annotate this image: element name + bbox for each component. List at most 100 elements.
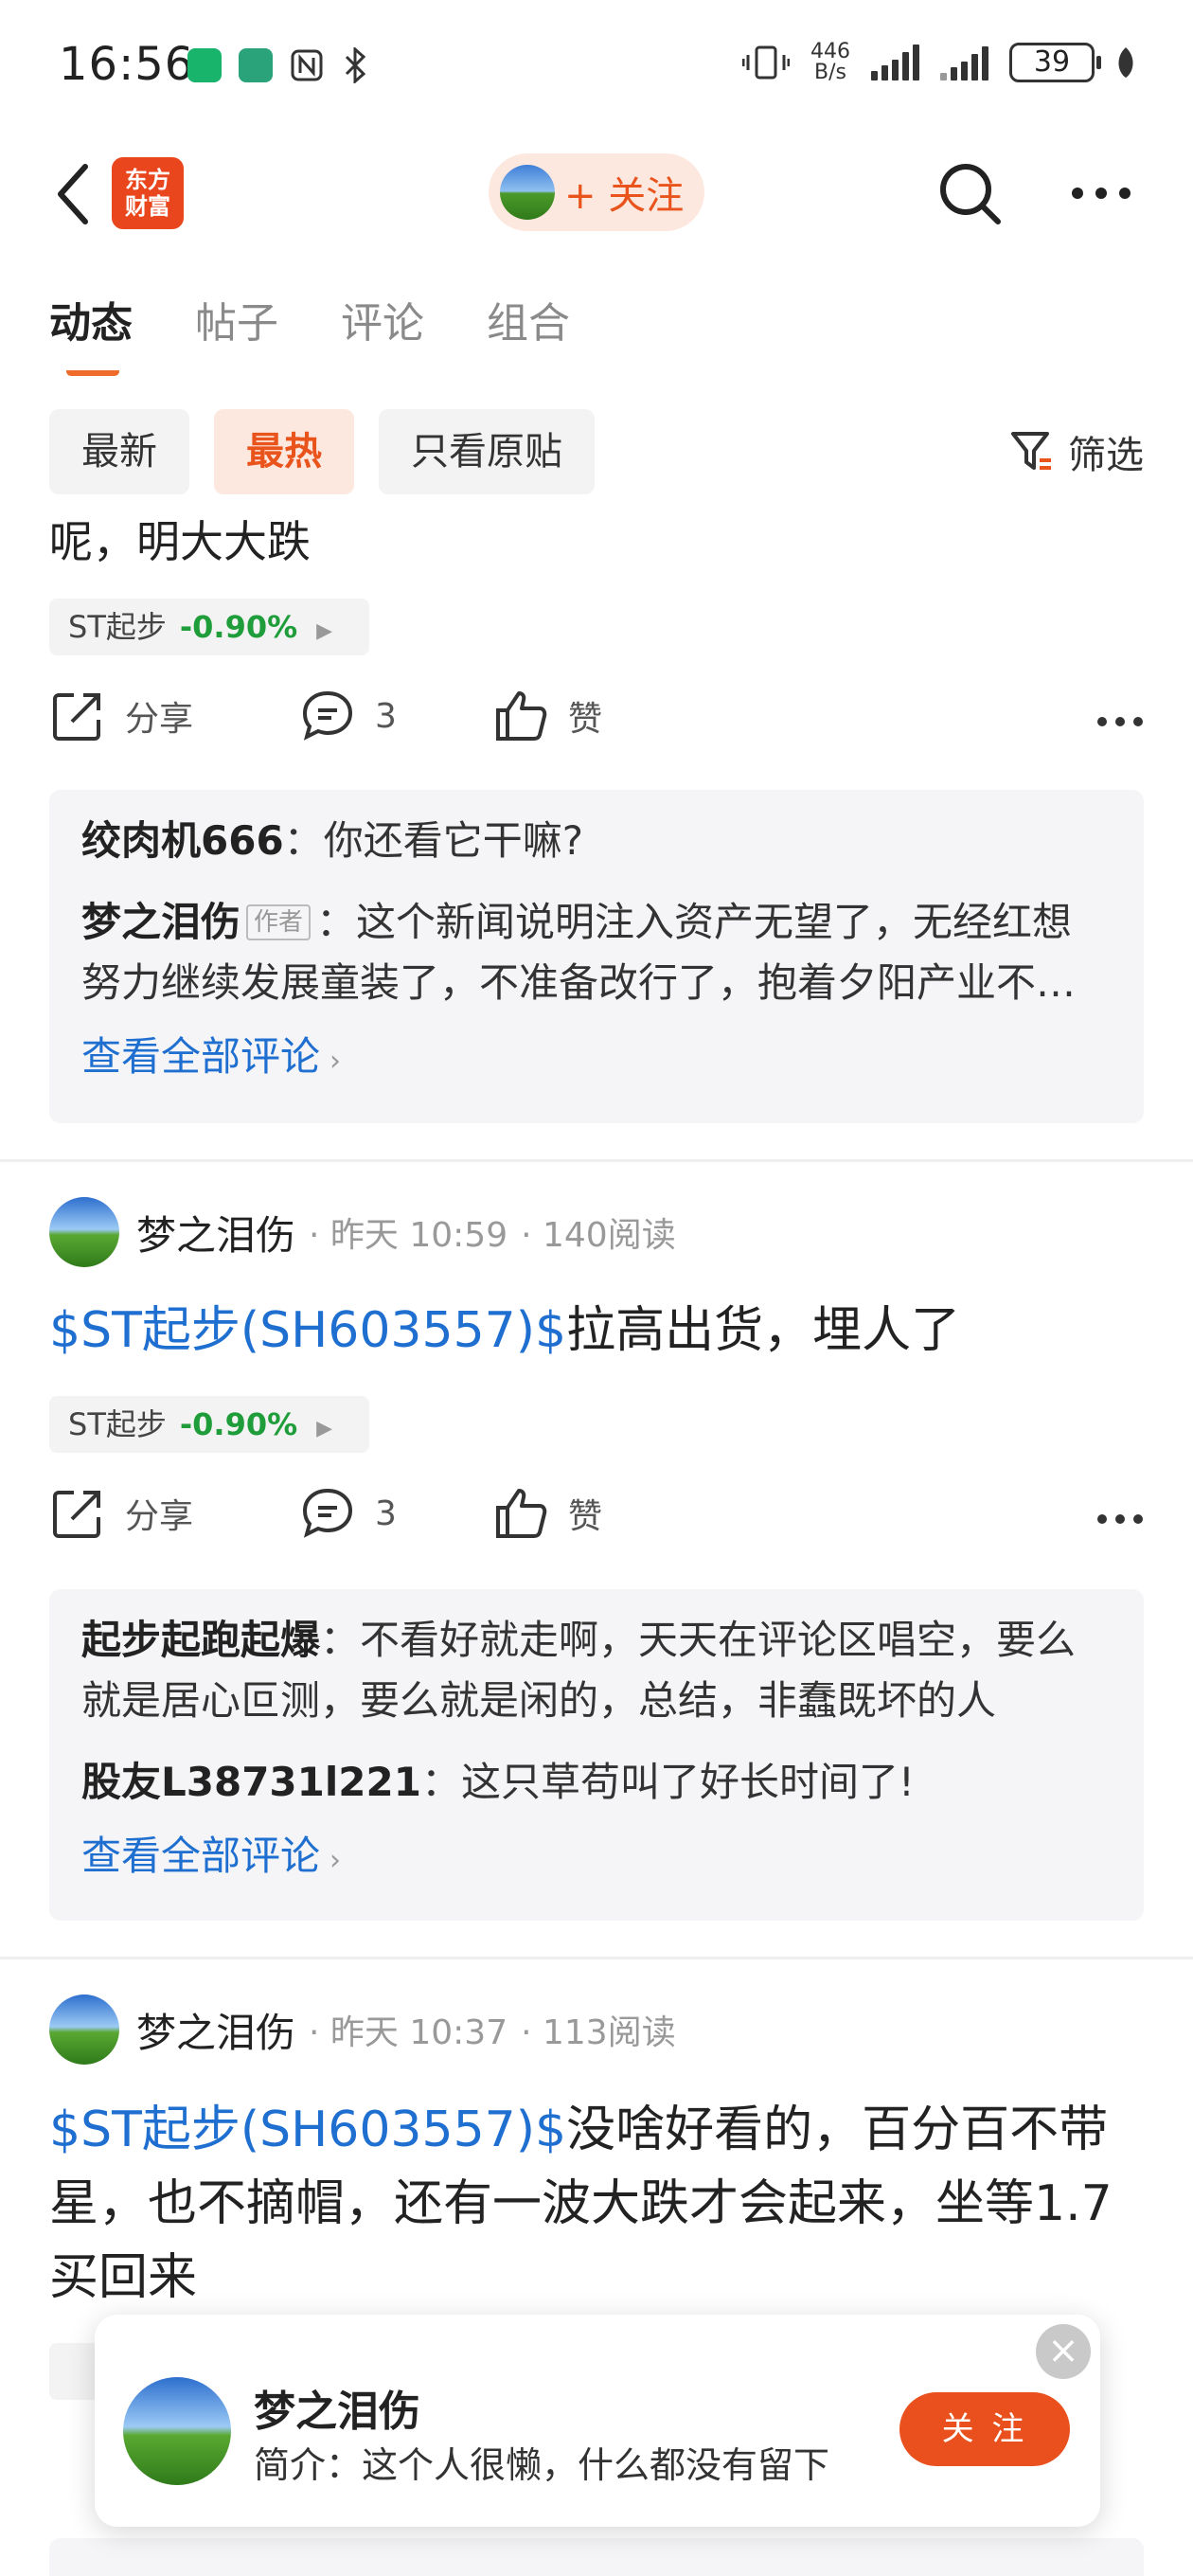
like-label: 赞 [568,1497,603,1536]
comment-text: 这只草苟叫了好长时间了! [460,1759,915,1805]
tab-dynamics[interactable]: 动态 [49,289,133,376]
comment-text: 你还看它干嘛? [323,817,583,864]
comment-item: 股友L38731l221：这只草苟叫了好长时间了! [81,1752,1112,1813]
comment-separator: ： [320,1617,361,1663]
close-icon[interactable]: × [1036,2324,1091,2379]
comment-item: 起步起跑起爆：不看好就走啊，天天在评论区唱空，要么就是居心叵测，要么就是闲的，总… [81,1610,1112,1731]
post-body[interactable]: $ST起步(SH603557)$拉高出货，埋人了 [49,1294,1148,1368]
comment-separator: ： [316,899,357,945]
tab-comments[interactable]: 评论 [341,289,424,349]
filter-funnel-icon [1011,432,1051,470]
post-more-icon[interactable] [1096,1513,1144,1525]
stock-tag-change: -0.90% [179,1406,298,1442]
search-icon[interactable] [935,159,1004,227]
view-all-comments-link[interactable]: 查看全部评论 › [81,1019,1112,1100]
network-speed-unit: B/s [814,61,846,84]
comment-button[interactable]: 3 [299,1485,397,1542]
comment-count: 3 [375,696,397,736]
avatar[interactable] [49,1995,119,2065]
post-header: 梦之泪伤 · 昨天 10:59 · 140阅读 [49,1197,676,1267]
tab-portfolio[interactable]: 组合 [487,289,570,349]
share-button[interactable]: 分享 [49,1485,193,1542]
chip-hottest[interactable]: 最热 [214,409,354,494]
post-header: 梦之泪伤 · 昨天 10:37 · 113阅读 [49,1995,676,2065]
comment-user[interactable]: 起步起跑起爆 [81,1617,320,1663]
post-reads: · 140阅读 [521,1216,676,1255]
comment-separator: ： [283,817,324,864]
vibrate-icon [742,45,790,80]
profile-tabs: 动态 帖子 评论 组合 [49,289,570,376]
follow-pill-button[interactable]: + 关注 [489,153,704,231]
view-all-label: 查看全部评论 [81,1833,321,1879]
network-speed: 446 B/s [810,42,850,83]
share-button[interactable]: 分享 [49,688,193,744]
filter-button[interactable]: 筛选 [1009,424,1144,479]
chip-original-only[interactable]: 只看原贴 [379,409,595,494]
app-notification-icon [239,48,273,82]
avatar[interactable] [49,1197,119,1267]
comment-user[interactable]: 股友L38731l221 [81,1759,421,1805]
chevron-right-icon: › [329,1844,342,1877]
notification-icons [187,47,369,83]
like-button[interactable]: 赞 [492,1485,602,1542]
comment-preview-box[interactable]: 绞肉机666：你还看它干嘛? 梦之泪伤 作者 ：这个新闻说明注入资产无望了，无经红想… [49,790,1144,1123]
logo-text-line1: 东方 [125,167,170,193]
comment-preview-box[interactable]: 起步起跑起爆：不看好就走啊，天天在评论区唱空，要么就是居心叵测，要么就是闲的，总… [49,1589,1144,1921]
more-options-icon[interactable] [1070,186,1132,201]
stock-link[interactable]: $ST起步(SH603557)$ [49,1302,566,1359]
stock-tag-name: ST起步 [68,609,167,645]
thumbs-up-icon [496,691,547,741]
nfc-icon [291,49,323,81]
back-arrow-icon[interactable] [49,161,97,227]
view-all-comments-link[interactable]: 查看全部评论 › [81,1818,1112,1899]
comment-count: 3 [375,1494,397,1533]
battery-icon: 39 [1009,43,1101,82]
comment-button[interactable]: 3 [299,688,397,744]
share-label: 分享 [125,1497,194,1536]
comment-item: 绞肉机666：你还看它干嘛? [81,811,1112,871]
play-arrow-icon: ▶ [316,1417,333,1440]
post-more-icon[interactable] [1096,716,1144,727]
divider [0,1159,1193,1162]
follow-suggestion-card: × 梦之泪伤 简介：这个人很懒，什么都没有留下 关 注 [95,2315,1100,2527]
share-label: 分享 [125,700,194,739]
comment-user[interactable]: 梦之泪伤 [81,899,240,945]
chevron-right-icon: › [329,1045,342,1078]
post-text-tail[interactable]: 呢，明大大跌 [49,508,311,570]
tab-posts[interactable]: 帖子 [195,289,278,349]
post-actions: 分享 3 赞 [49,1485,1144,1561]
like-button[interactable]: 赞 [492,688,602,744]
share-icon [53,693,100,741]
share-icon [53,1491,100,1538]
post-author[interactable]: 梦之泪伤 [136,2001,295,2059]
hourglass-app-icon [187,48,222,82]
follow-button[interactable]: 关 注 [899,2392,1070,2466]
post-time: · 昨天 10:37 [309,2013,508,2052]
signal-icon-2 [940,45,988,80]
sort-filter-chips: 最新 最热 只看原贴 [49,409,595,494]
divider [0,1957,1193,1959]
post-time: · 昨天 10:59 [309,1216,508,1255]
stock-link[interactable]: $ST起步(SH603557)$ [49,2102,566,2158]
leaf-icon [1118,47,1133,78]
stock-tag[interactable]: ST起步 -0.90% ▶ [49,599,369,655]
popup-bio: 简介：这个人很懒，什么都没有留下 [254,2444,830,2486]
post-text: 拉高出货，埋人了 [566,1302,961,1359]
author-badge: 作者 [246,904,312,940]
comment-separator: ： [420,1759,461,1805]
avatar[interactable] [123,2377,231,2485]
follow-label: + 关注 [564,174,685,218]
stock-tag-change: -0.90% [179,609,298,645]
post-author[interactable]: 梦之泪伤 [136,1204,295,1261]
avatar [500,165,555,220]
thumbs-up-icon [496,1489,547,1538]
view-all-label: 查看全部评论 [81,1033,321,1080]
chip-latest[interactable]: 最新 [49,409,189,494]
status-right: 446 B/s 39 [742,42,1136,83]
popup-user-name[interactable]: 梦之泪伤 [254,2377,420,2438]
post-body[interactable]: $ST起步(SH603557)$没啥好看的，百分百不带星，也不摘帽，还有一波大跌… [49,2093,1148,2315]
post-actions: 分享 3 赞 [49,688,1144,763]
play-arrow-icon: ▶ [316,619,333,643]
stock-tag[interactable]: ST起步 -0.90% ▶ [49,1396,369,1453]
comment-user[interactable]: 绞肉机666 [81,817,284,864]
